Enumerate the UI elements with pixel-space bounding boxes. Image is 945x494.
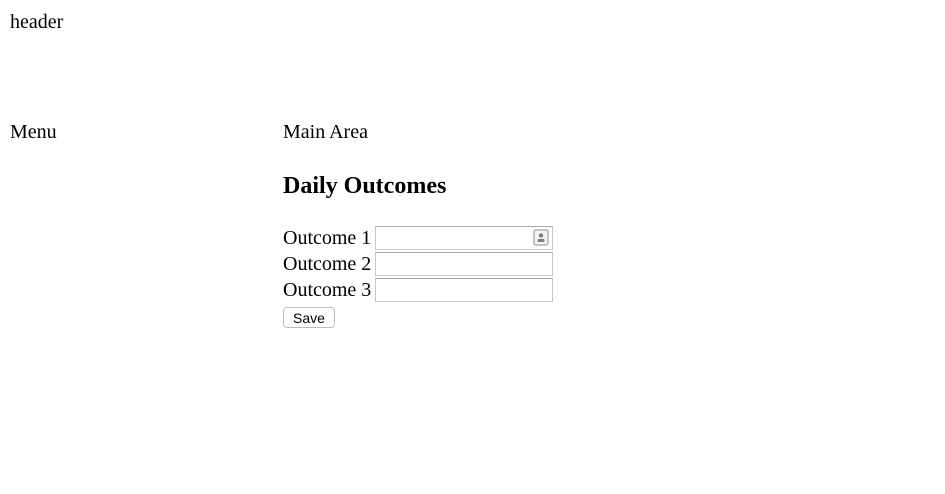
outcome-row-2: Outcome 2 bbox=[283, 251, 554, 277]
outcome-2-label: Outcome 2 bbox=[283, 253, 372, 275]
main-area: Main Area Daily Outcomes Outcome 1 Outco… bbox=[283, 120, 883, 328]
outcome-1-label: Outcome 1 bbox=[283, 227, 372, 249]
save-button[interactable]: Save bbox=[283, 307, 335, 328]
outcome-3-field-wrap bbox=[375, 278, 554, 303]
outcome-2-field-wrap bbox=[375, 252, 554, 277]
outcome-row-1: Outcome 1 bbox=[283, 225, 554, 251]
outcome-2-input[interactable] bbox=[375, 252, 554, 277]
outcome-3-input[interactable] bbox=[375, 278, 554, 303]
outcomes-form: Outcome 1 Outcome 2 Outcome 3 Save bbox=[283, 225, 554, 329]
outcome-row-3: Outcome 3 bbox=[283, 277, 554, 303]
page-header: header bbox=[10, 11, 64, 33]
outcome-1-input[interactable] bbox=[375, 226, 554, 251]
outcome-3-label: Outcome 3 bbox=[283, 279, 372, 301]
daily-outcomes-heading: Daily Outcomes bbox=[283, 173, 447, 199]
menu: Menu bbox=[10, 121, 57, 143]
outcome-1-field-wrap bbox=[375, 226, 554, 251]
main-area-title: Main Area bbox=[283, 121, 368, 143]
